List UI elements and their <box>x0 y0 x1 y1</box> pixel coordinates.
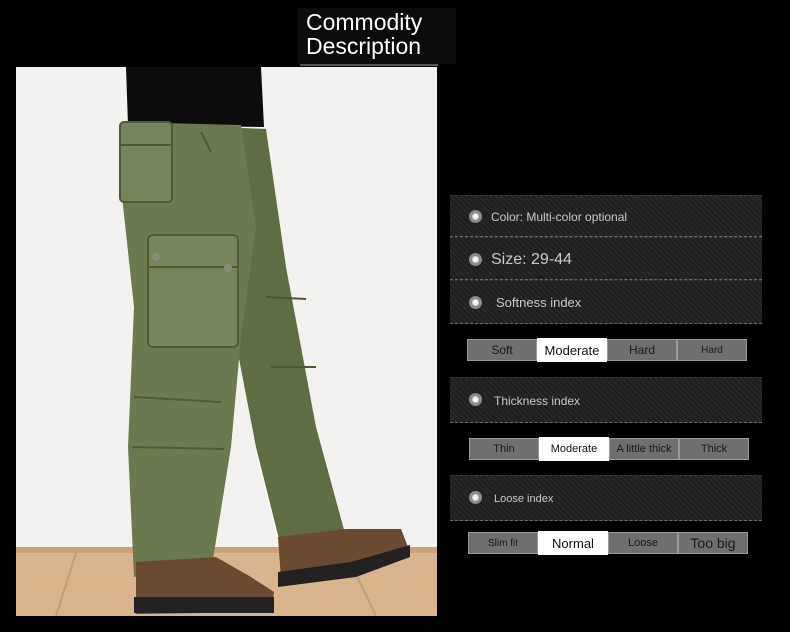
title-line-1: Commodity <box>306 9 423 35</box>
bullet-icon <box>469 210 482 223</box>
softness-label: Softness index <box>496 295 582 310</box>
product-photo <box>16 67 437 616</box>
page-title: Commodity Description <box>306 10 422 58</box>
cargo-pants-illustration <box>16 67 437 616</box>
thickness-option-moderate: Moderate <box>539 437 609 461</box>
thickness-option-a-little-thick: A little thick <box>609 438 679 460</box>
bullet-icon <box>469 491 482 504</box>
color-spec-text: Color: Multi-color optional <box>491 210 628 224</box>
softness-scale: Soft Moderate Hard Hard <box>467 338 747 362</box>
title-line-2: Description <box>306 33 422 59</box>
loose-scale: Slim fit Normal Loose Too big <box>468 531 748 555</box>
loose-option-loose: Loose <box>608 532 678 554</box>
softness-option-moderate: Moderate <box>537 338 607 362</box>
bullet-icon <box>469 253 482 266</box>
thickness-label: Thickness index <box>494 394 581 408</box>
loose-option-too-big: Too big <box>678 532 748 554</box>
loose-option-slim-fit: Slim fit <box>468 532 538 554</box>
thickness-option-thin: Thin <box>469 438 539 460</box>
spec-row-loose: Loose index <box>450 475 762 521</box>
thickness-option-thick: Thick <box>679 438 749 460</box>
loose-option-normal: Normal <box>538 531 608 555</box>
spec-row-thickness: Thickness index <box>450 377 762 423</box>
loose-label: Loose index <box>494 493 554 505</box>
softness-option-soft: Soft <box>467 339 537 361</box>
softness-option-hard-2: Hard <box>677 339 747 361</box>
spec-row-softness: Softness index <box>450 280 762 324</box>
softness-option-hard: Hard <box>607 339 677 361</box>
spec-row-color: Color: Multi-color optional <box>450 195 762 237</box>
bullet-icon <box>469 393 482 406</box>
spec-row-size: Size: 29-44 <box>450 237 762 280</box>
title-divider <box>300 64 438 66</box>
size-spec-text: Size: 29-44 <box>491 251 572 268</box>
bullet-icon <box>469 296 482 309</box>
thickness-scale: Thin Moderate A little thick Thick <box>469 437 749 461</box>
